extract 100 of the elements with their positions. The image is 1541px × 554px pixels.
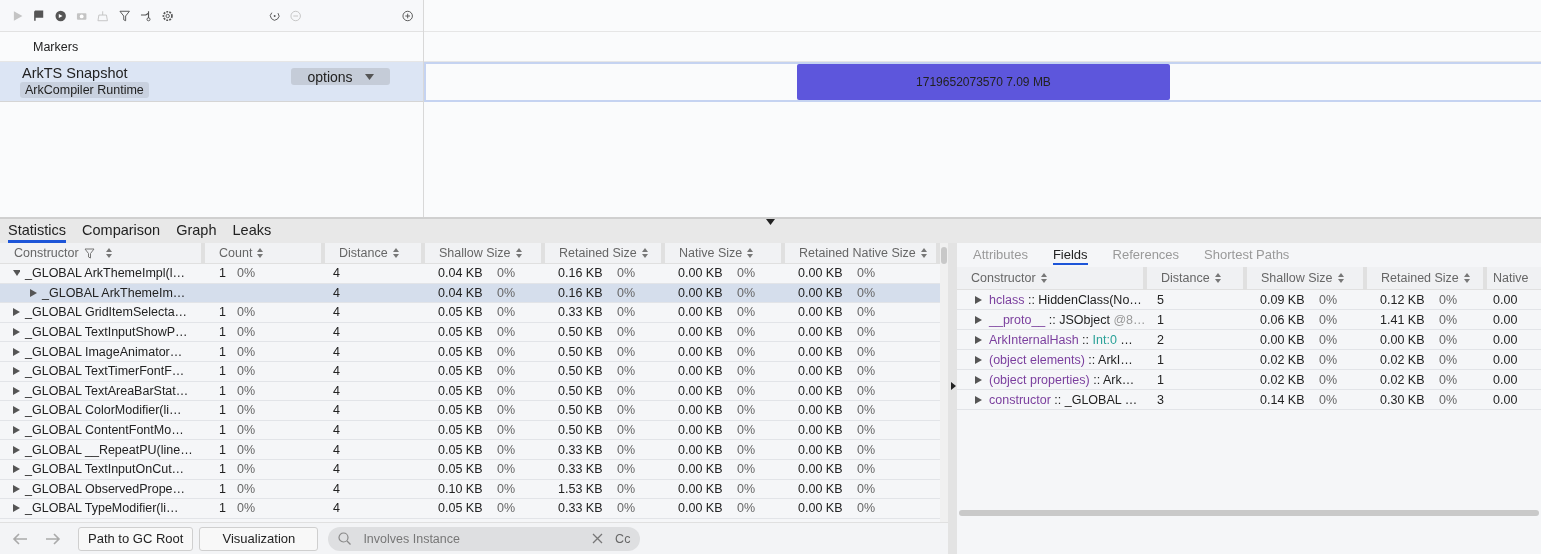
percent-text: 0%: [497, 305, 516, 320]
branch-icon[interactable]: [140, 9, 152, 22]
percent-text: 0%: [857, 442, 876, 457]
size-text: 0.00 KB: [678, 481, 724, 496]
expand-arrow-icon[interactable]: [13, 445, 20, 454]
options-dropdown[interactable]: options: [291, 68, 390, 85]
percent-text: 0%: [497, 383, 516, 398]
size-text: 0.00 KB: [798, 364, 844, 379]
table-row[interactable]: _GLOBAL ArkThemeIm… 4 0.04 KB 0% 0.16 KB 0% 0.00 KB 0% 0.00 KB 0%: [0, 283, 940, 304]
sort-icon[interactable]: [257, 248, 264, 258]
constructor-name: _GLOBAL ArkThemeImpl(l…: [25, 266, 185, 281]
percent-text: 0%: [737, 266, 756, 281]
percent-text: 0%: [617, 501, 636, 516]
sort-icon[interactable]: [641, 248, 648, 258]
percent-text: 0%: [237, 501, 256, 516]
expand-arrow-icon[interactable]: [13, 504, 20, 513]
column-header[interactable]: Distance: [1147, 267, 1247, 289]
size-text: 0.00 KB: [798, 383, 844, 398]
percent-text: 0%: [737, 344, 756, 359]
track-row[interactable]: ArkTS Snapshot ArkCompiler Runtime options: [0, 62, 423, 102]
percent-text: 0%: [497, 285, 516, 300]
sort-icon[interactable]: [392, 248, 399, 258]
percent-text: 0%: [737, 305, 756, 320]
distance-text: 4: [332, 403, 341, 418]
expand-arrow-icon[interactable]: [13, 484, 20, 493]
expand-arrow-icon[interactable]: [975, 395, 982, 404]
reload-icon[interactable]: [268, 9, 281, 22]
scrollbar-thumb[interactable]: [941, 247, 947, 264]
size-text: 0.02 KB: [1380, 352, 1426, 367]
collapse-arrow-icon[interactable]: [13, 269, 20, 278]
sort-icon[interactable]: [1040, 273, 1047, 283]
percent-text: 0%: [237, 481, 256, 496]
sort-icon[interactable]: [1463, 273, 1470, 283]
size-text: 0.16 KB: [558, 285, 604, 300]
expand-arrow-icon[interactable]: [13, 386, 20, 395]
expand-arrow-icon[interactable]: [13, 308, 20, 317]
settings-icon[interactable]: [161, 9, 173, 22]
count-text: 1: [219, 364, 227, 379]
tab[interactable]: Comparison: [82, 221, 161, 243]
filter-icon[interactable]: [118, 9, 131, 22]
toolbar-button[interactable]: Visualization: [199, 526, 319, 551]
expand-arrow-icon[interactable]: [13, 426, 20, 435]
expand-arrow-icon[interactable]: [975, 295, 982, 304]
tab[interactable]: Graph: [176, 221, 217, 243]
sort-icon[interactable]: [515, 248, 522, 258]
tab[interactable]: Fields: [1052, 247, 1088, 265]
size-text: 0.00 KB: [798, 442, 844, 457]
size-text: 0.05 KB: [438, 403, 484, 418]
column-header[interactable]: Shallow Size: [1247, 267, 1367, 289]
flag-icon[interactable]: [33, 9, 45, 22]
scrollbar[interactable]: [959, 510, 1539, 516]
size-text: 0.05 KB: [438, 423, 484, 438]
distance-text: 4: [332, 423, 341, 438]
clear-icon[interactable]: [592, 533, 604, 544]
match-case-toggle[interactable]: Cc: [615, 531, 631, 546]
field-text: (object properties) :: Ark…: [989, 372, 1135, 387]
size-text: 0.00 KB: [798, 266, 844, 281]
expand-arrow-icon[interactable]: [975, 375, 982, 384]
distance-text: 4: [332, 364, 341, 379]
caret-icon[interactable]: [364, 73, 374, 80]
filter-icon[interactable]: [83, 247, 95, 259]
search-icon[interactable]: [338, 532, 352, 545]
size-text: 0.33 KB: [558, 305, 604, 320]
percent-text: 0%: [237, 266, 256, 281]
expand-arrow-icon[interactable]: [13, 367, 20, 376]
size-text: 0.00 KB: [678, 403, 724, 418]
column-header[interactable]: Constructor: [957, 267, 1147, 289]
percent-text: 0%: [237, 423, 256, 438]
toolbar-button[interactable]: Path to GC Root: [78, 526, 194, 551]
field-text: __proto__ :: JSObject @8…: [989, 312, 1146, 327]
column-header[interactable]: Native: [1487, 267, 1541, 289]
percent-text: 0%: [1439, 352, 1458, 367]
percent-text: 0%: [497, 423, 516, 438]
sort-icon[interactable]: [1214, 273, 1221, 283]
distance-text: 4: [332, 305, 341, 320]
search-field[interactable]: Involves Instance Cc: [328, 526, 641, 551]
sort-icon[interactable]: [747, 248, 754, 258]
percent-text: 0%: [857, 403, 876, 418]
count-text: 1: [219, 403, 227, 418]
expand-arrow-icon[interactable]: [975, 355, 982, 364]
sort-icon[interactable]: [1337, 273, 1344, 283]
count-text: 1: [219, 325, 227, 340]
percent-text: 0%: [617, 462, 636, 477]
record-icon[interactable]: [54, 9, 67, 22]
expand-arrow-icon[interactable]: [13, 465, 20, 474]
percent-text: 0%: [497, 364, 516, 379]
sort-icon[interactable]: [105, 248, 112, 258]
distance-text: 1: [1156, 352, 1165, 367]
expand-arrow-icon[interactable]: [30, 288, 37, 297]
sort-icon[interactable]: [920, 248, 927, 258]
expand-arrow-icon[interactable]: [13, 347, 20, 356]
distance-text: 4: [332, 462, 341, 477]
column-header[interactable]: Retained Size: [1367, 267, 1487, 289]
expand-arrow-icon[interactable]: [13, 406, 20, 415]
percent-text: 0%: [857, 325, 876, 340]
expand-arrow-icon[interactable]: [13, 328, 20, 337]
expand-arrow-icon[interactable]: [975, 335, 982, 344]
expand-arrow-icon[interactable]: [975, 315, 982, 324]
tab[interactable]: Leaks: [232, 221, 272, 243]
zoom-in-icon[interactable]: [401, 9, 413, 22]
